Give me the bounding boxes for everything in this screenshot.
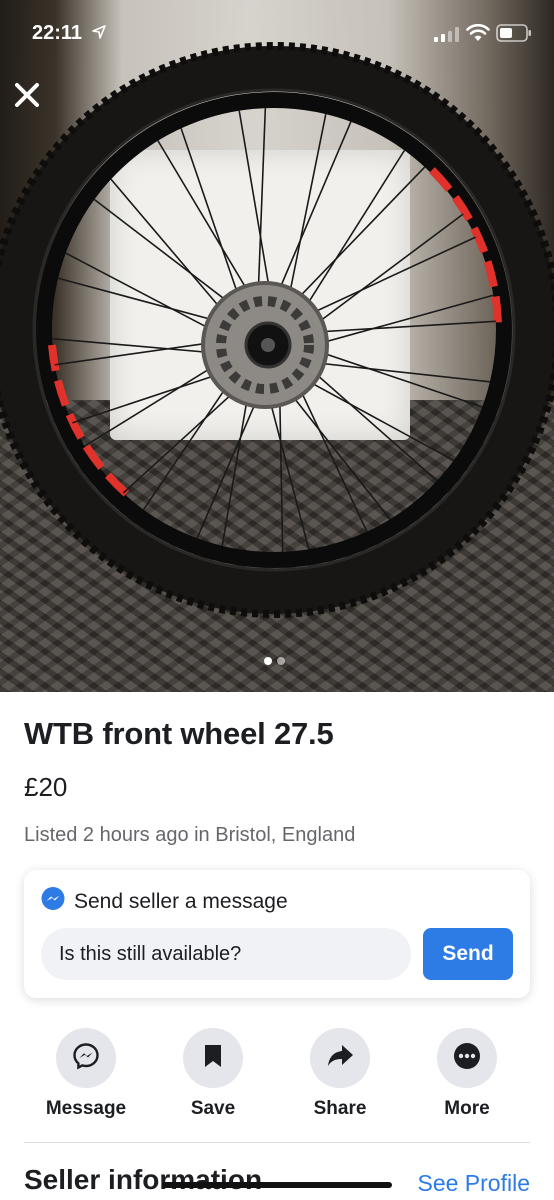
home-indicator[interactable]: [162, 1182, 392, 1188]
close-button[interactable]: [10, 80, 44, 114]
listing-title: WTB front wheel 27.5: [24, 716, 334, 751]
more-dots-icon: [453, 1042, 481, 1075]
page-dot-2[interactable]: [277, 657, 285, 665]
listing-meta: Listed 2 hours ago in Bristol, England: [24, 824, 356, 846]
seller-information-heading: Seller information: [24, 1164, 263, 1195]
message-action-button[interactable]: Message: [36, 1028, 136, 1120]
share-action-label: Share: [313, 1098, 367, 1119]
status-bar: 22:11: [0, 0, 554, 68]
message-input[interactable]: Is this still available?: [41, 928, 411, 980]
share-action-button[interactable]: Share: [290, 1028, 390, 1120]
messenger-icon: [72, 1042, 100, 1075]
save-action-circle[interactable]: [183, 1028, 243, 1088]
listing-price: £20: [24, 772, 68, 802]
wifi-icon: [466, 23, 490, 47]
wheel-image: [0, 42, 554, 618]
more-action-button[interactable]: More: [417, 1028, 517, 1120]
save-action-button[interactable]: Save: [163, 1028, 263, 1120]
share-action-circle[interactable]: [310, 1028, 370, 1088]
send-message-heading: Send seller a message: [74, 889, 288, 913]
message-action-circle[interactable]: [56, 1028, 116, 1088]
status-time: 22:11: [32, 22, 83, 44]
close-icon: [14, 82, 40, 113]
save-action-label: Save: [190, 1098, 236, 1119]
listing-photo[interactable]: 22:11: [0, 0, 554, 692]
photo-page-indicator[interactable]: [264, 657, 285, 665]
more-action-circle[interactable]: [437, 1028, 497, 1088]
action-row: Message Save Share More: [24, 1028, 530, 1128]
hub-axle: [261, 338, 275, 352]
more-action-label: More: [444, 1098, 490, 1119]
messenger-icon: [40, 886, 66, 917]
send-button[interactable]: Send: [423, 928, 513, 980]
page-dot-1[interactable]: [264, 657, 272, 665]
battery-icon: [496, 24, 532, 47]
share-arrow-icon: [326, 1043, 354, 1074]
section-divider: [24, 1142, 530, 1143]
cellular-signal-icon: [434, 26, 460, 47]
send-message-card: Send seller a message Is this still avai…: [24, 870, 530, 998]
send-message-header: Send seller a message: [40, 886, 288, 917]
bookmark-icon: [202, 1043, 224, 1074]
see-profile-link[interactable]: See Profile: [417, 1170, 530, 1197]
location-arrow-icon: [92, 25, 106, 44]
message-action-label: Message: [45, 1098, 127, 1119]
